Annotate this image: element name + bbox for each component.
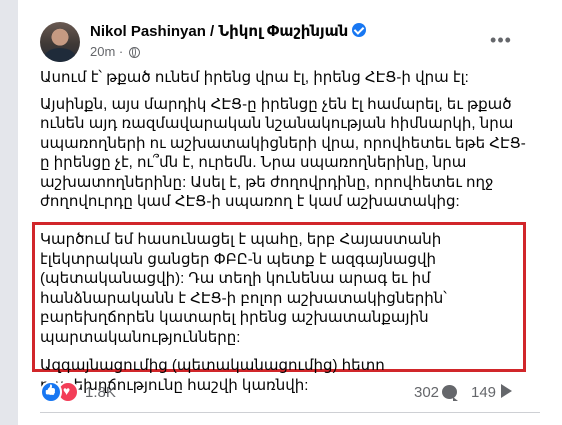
meta-separator: · (118, 44, 124, 59)
page-left-background (0, 0, 18, 425)
post-header: Nikol Pashinyan / Նիկոլ Փաշինյան 20m · •… (18, 0, 562, 68)
reactions-summary[interactable]: 1.8K (40, 381, 116, 403)
shares-summary[interactable]: 149 (471, 384, 513, 401)
comment-icon (442, 385, 459, 401)
author-name[interactable]: Nikol Pashinyan / Նիկոլ Փաշինյան (90, 23, 348, 40)
shares-count: 149 (471, 384, 497, 401)
post-meta: 20m · (90, 44, 140, 59)
post-card: Nikol Pashinyan / Նիկոլ Փաշինյան 20m · •… (18, 0, 562, 425)
post-footer: 1.8K 302 149 (18, 378, 562, 408)
footer-divider (40, 412, 540, 413)
highlighted-paragraph: Կարծում եմ հասունացել է պահը, երբ Հայաստ… (40, 231, 447, 346)
post-paragraph: Ասում է՝ թքած ունեմ իրենց վրա էլ, իրենց … (40, 69, 469, 86)
avatar-shoulders (44, 48, 76, 62)
like-icon (40, 381, 62, 403)
post-time[interactable]: 20m (90, 44, 115, 59)
post-paragraph: Այսինքն, այս մարդիկ ՀԷՑ-ը իրենցը չեն էլ … (40, 95, 526, 211)
globe-icon (128, 47, 140, 58)
author-avatar[interactable] (40, 22, 80, 62)
comments-summary[interactable]: 302 (414, 384, 459, 401)
comments-count: 302 (414, 384, 440, 401)
share-icon (501, 384, 513, 398)
post-body: Ասում է՝ թքած ունեմ իրենց վրա էլ, իրենց … (40, 68, 530, 219)
verified-badge-icon (352, 23, 367, 37)
author-name-row: Nikol Pashinyan / Նիկոլ Փաշինյան (90, 22, 367, 40)
reactions-count: 1.8K (85, 383, 116, 401)
more-horizontal-icon[interactable]: ••• (486, 31, 516, 49)
